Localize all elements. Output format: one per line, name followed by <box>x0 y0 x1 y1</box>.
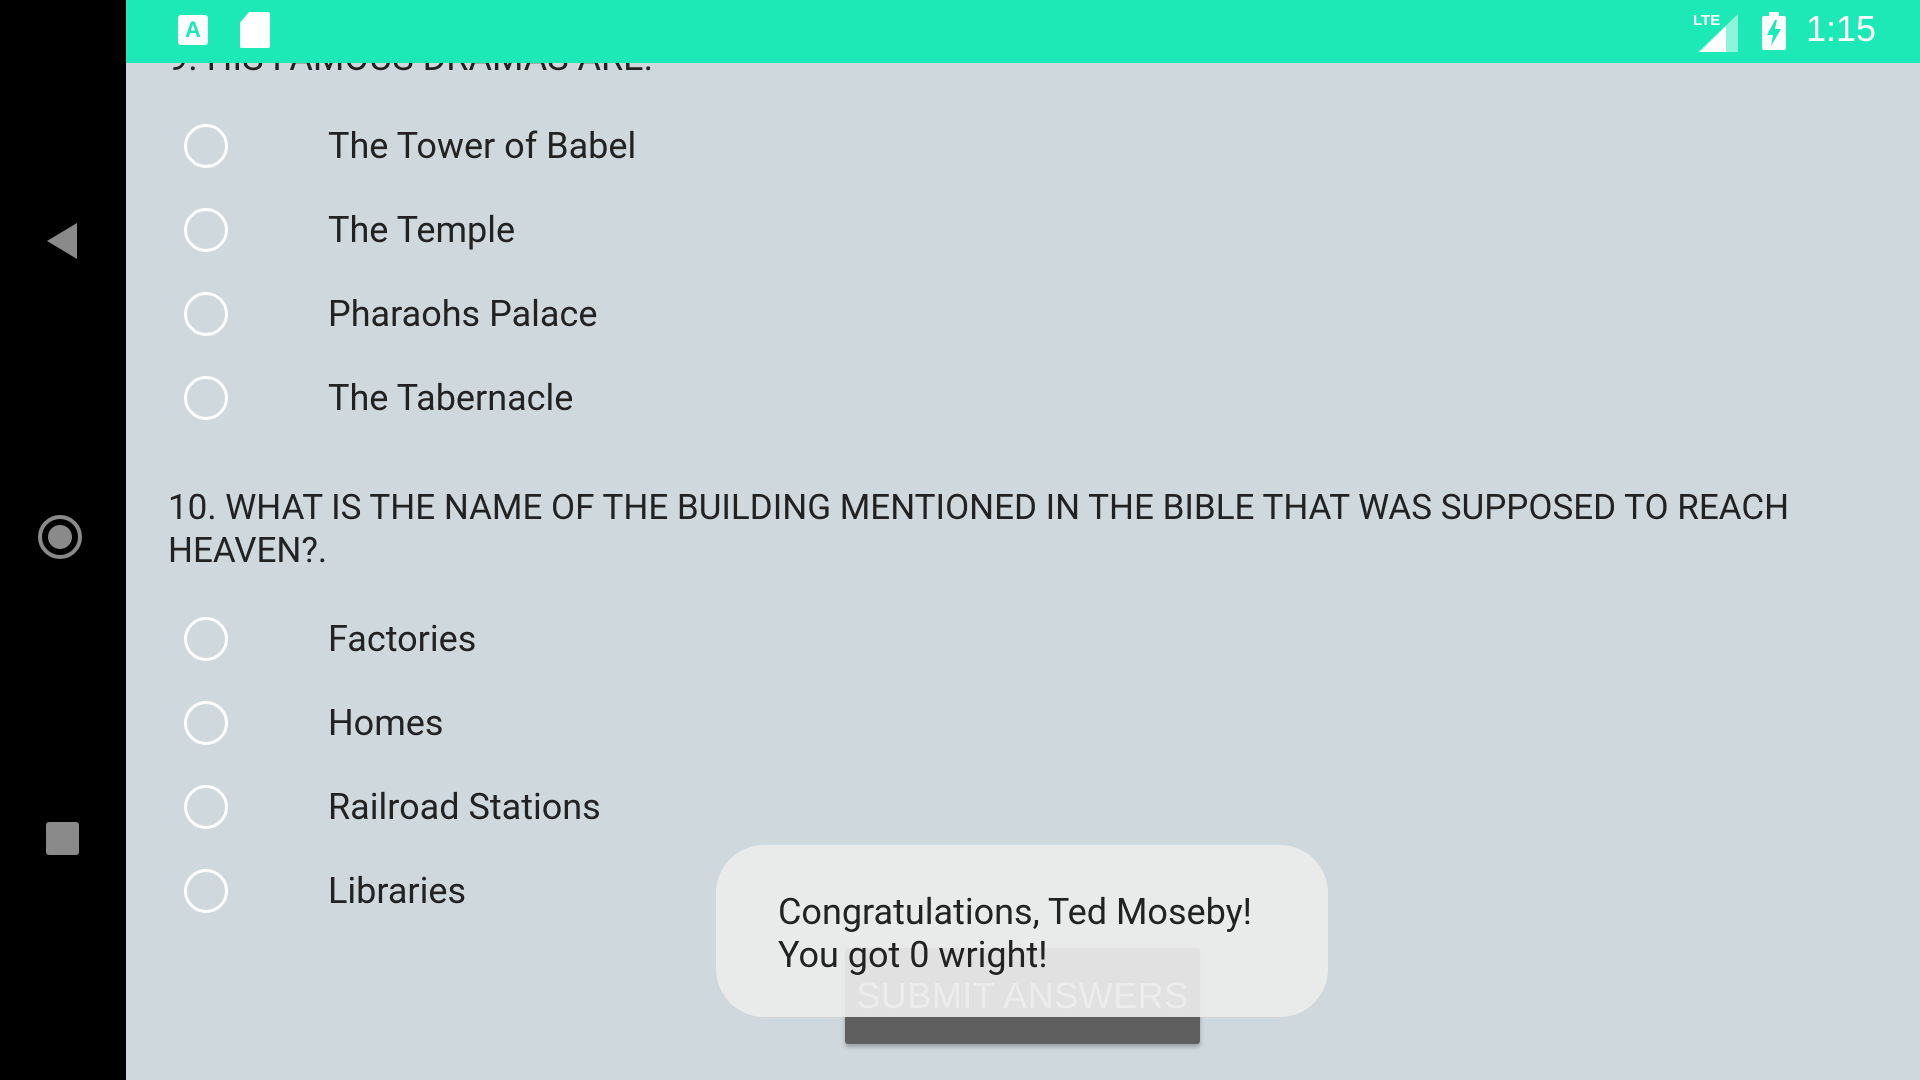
quiz-content[interactable]: 9. HIS FAMOUS DRAMAS ARE. The Tower of B… <box>126 63 1920 1080</box>
battery-charging-icon <box>1762 12 1786 50</box>
home-icon[interactable] <box>38 515 82 559</box>
radio-button[interactable] <box>184 376 228 420</box>
back-icon[interactable] <box>47 223 77 259</box>
option-pharaohs-palace[interactable]: Pharaohs Palace <box>184 284 884 344</box>
option-label[interactable]: Railroad Stations <box>328 786 601 828</box>
option-label[interactable]: Factories <box>328 618 476 660</box>
toast-line-2: You got 0 wright! <box>778 934 1048 976</box>
option-label[interactable]: The Tabernacle <box>328 377 573 419</box>
option-factories[interactable]: Factories <box>184 609 884 669</box>
radio-button[interactable] <box>184 701 228 745</box>
navigation-bar <box>0 0 126 1080</box>
radio-button[interactable] <box>184 208 228 252</box>
toast-line-1: Congratulations, Ted Moseby! <box>778 891 1252 933</box>
option-label[interactable]: Homes <box>328 702 443 744</box>
radio-button[interactable] <box>184 124 228 168</box>
option-homes[interactable]: Homes <box>184 693 884 753</box>
radio-button[interactable] <box>184 869 228 913</box>
option-label[interactable]: Libraries <box>328 870 466 912</box>
clock: 1:15 <box>1806 8 1877 49</box>
radio-button[interactable] <box>184 292 228 336</box>
toast-message: Congratulations, Ted Moseby! You got 0 w… <box>716 845 1328 1017</box>
radio-button[interactable] <box>184 785 228 829</box>
recents-icon[interactable] <box>46 822 79 855</box>
signal-icon <box>1698 14 1738 52</box>
sd-card-icon <box>240 12 270 48</box>
question-9-title: 9. HIS FAMOUS DRAMAS ARE. <box>168 63 653 79</box>
option-label[interactable]: The Temple <box>328 209 515 251</box>
option-label[interactable]: The Tower of Babel <box>328 125 636 167</box>
option-the-tabernacle[interactable]: The Tabernacle <box>184 368 884 428</box>
option-the-tower-of-babel[interactable]: The Tower of Babel <box>184 116 884 176</box>
option-the-temple[interactable]: The Temple <box>184 200 884 260</box>
radio-button[interactable] <box>184 617 228 661</box>
option-railroad-stations[interactable]: Railroad Stations <box>184 777 884 837</box>
status-bar: A LTE 1:15 <box>126 0 1920 63</box>
question-10-title: 10. WHAT IS THE NAME OF THE BUILDING MEN… <box>168 487 1790 571</box>
option-label[interactable]: Pharaohs Palace <box>328 293 597 335</box>
text-notification-icon: A <box>178 15 208 45</box>
